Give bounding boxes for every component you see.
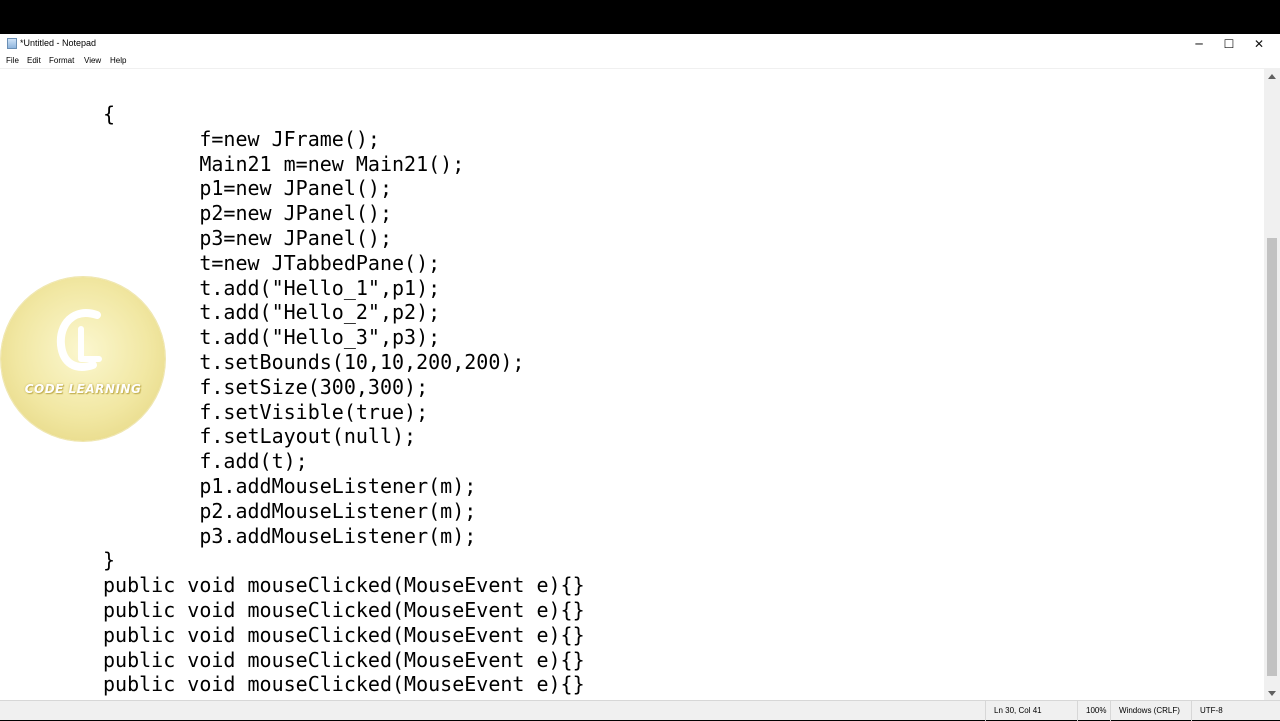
code-line: p3.addMouseListener(m);	[103, 523, 477, 548]
logo-cl-monogram-icon	[56, 309, 102, 371]
code-line: Main21 m=new Main21();	[103, 151, 465, 176]
code-line: t.setBounds(10,10,200,200);	[103, 349, 525, 374]
menu-edit[interactable]: Edit	[27, 56, 41, 65]
scroll-down-arrow-icon[interactable]	[1268, 691, 1276, 696]
status-divider	[1110, 701, 1111, 721]
code-line: p1.addMouseListener(m);	[103, 473, 477, 498]
notepad-window: *Untitled - Notepad ─ ☐ ✕ File Edit Form…	[0, 34, 1280, 721]
code-line: p2=new JPanel();	[103, 201, 392, 226]
title-bar: *Untitled - Notepad ─ ☐ ✕	[0, 34, 1280, 54]
notepad-icon	[7, 38, 17, 49]
code-line: p3=new JPanel();	[103, 225, 392, 250]
status-divider	[1077, 701, 1078, 721]
line-endings: Windows (CRLF)	[1119, 706, 1180, 715]
menu-file[interactable]: File	[6, 56, 19, 65]
code-line: public void mouseClicked(MouseEvent e){}	[103, 573, 585, 598]
maximize-button[interactable]: ☐	[1214, 34, 1244, 54]
scroll-up-arrow-icon[interactable]	[1268, 74, 1276, 79]
vertical-scrollbar[interactable]	[1264, 68, 1280, 700]
close-button[interactable]: ✕	[1244, 34, 1274, 54]
code-line: public void mouseClicked(MouseEvent e){}	[103, 597, 585, 622]
minimize-button[interactable]: ─	[1184, 34, 1214, 54]
code-line: public void mouseClicked(MouseEvent e){}	[103, 672, 585, 697]
cursor-position: Ln 30, Col 41	[994, 706, 1042, 715]
zoom-level: 100%	[1086, 706, 1107, 715]
code-learning-logo: CODE LEARNING	[1, 277, 165, 441]
code-line: }	[103, 548, 116, 573]
code-line: f.add(t);	[103, 449, 308, 474]
menu-help[interactable]: Help	[110, 56, 126, 65]
status-divider	[985, 701, 986, 721]
status-divider	[1191, 701, 1192, 721]
menu-format[interactable]: Format	[49, 56, 74, 65]
code-line: f=new JFrame();	[103, 126, 380, 151]
scroll-thumb[interactable]	[1267, 238, 1277, 676]
window-title: *Untitled - Notepad	[20, 38, 97, 48]
logo-text: CODE LEARNING	[24, 382, 142, 396]
code-line: public void mouseClicked(MouseEvent e){}	[103, 622, 585, 647]
code-line: {	[103, 102, 116, 126]
encoding: UTF-8	[1200, 706, 1223, 715]
code-line: public void mouseClicked(MouseEvent e){}	[103, 647, 585, 672]
menu-view[interactable]: View	[84, 56, 101, 65]
status-bar: Ln 30, Col 41 100% Windows (CRLF) UTF-8	[0, 700, 1280, 721]
menu-bar: File Edit Format View Help	[0, 54, 1280, 68]
text-editor[interactable]: { f=new JFrame(); Main21 m=new Main21();…	[0, 68, 1264, 701]
code-text[interactable]: { f=new JFrame(); Main21 m=new Main21();…	[103, 102, 585, 697]
code-line: t=new JTabbedPane();	[103, 250, 441, 275]
code-line: p2.addMouseListener(m);	[103, 498, 477, 523]
code-line: p1=new JPanel();	[103, 176, 392, 201]
